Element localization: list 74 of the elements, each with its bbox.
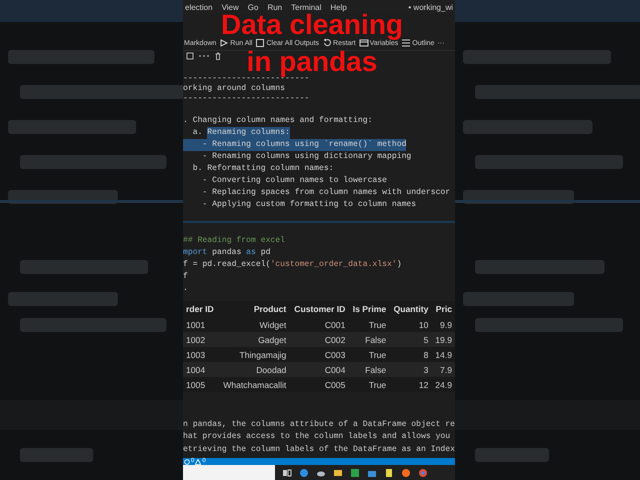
- table-cell: Whatchamacallit: [218, 377, 290, 392]
- window-title: • working_wi: [408, 2, 453, 12]
- explanation-text: n pandas, the columns attribute of a DataFrame object re: [183, 418, 455, 430]
- table-cell: True: [348, 377, 390, 392]
- markdown-text: Renaming columns:: [207, 127, 290, 139]
- table-cell: C001: [289, 317, 348, 332]
- search-field[interactable]: [183, 465, 275, 480]
- markdown-text: - Replacing spaces from column names with underscor: [201, 187, 450, 199]
- task-view-icon: [282, 468, 292, 478]
- table-cell: 1003: [183, 347, 218, 362]
- table-icon: [358, 38, 369, 48]
- code-line: f: [183, 271, 189, 283]
- table-cell: C005: [289, 377, 348, 392]
- table-cell: 12: [389, 377, 432, 392]
- markdown-text: - Renaming columns using `rename()` method: [183, 139, 406, 151]
- explanation-text: etrieving the column labels of the DataFrame as an Index: [183, 444, 455, 456]
- table-cell: 19.9: [431, 332, 455, 347]
- restart-icon: [322, 38, 332, 48]
- column-header: Customer ID: [289, 301, 348, 317]
- code-line: .: [183, 283, 189, 295]
- table-cell: 10: [389, 317, 432, 332]
- table-cell: Widget: [218, 317, 290, 332]
- error-icon: [184, 458, 190, 464]
- code-line: ## Reading from excel: [183, 235, 286, 247]
- table-cell: Thingamajig: [218, 347, 290, 362]
- square-icon: [255, 38, 266, 48]
- explanation-text: hat provides access to the column labels and allows you: [183, 431, 452, 443]
- table-cell: C002: [289, 332, 348, 347]
- table-cell: C003: [289, 347, 348, 362]
- play-icon: [219, 38, 230, 48]
- table-cell: 1001: [183, 317, 218, 332]
- markdown-text: orking around columns: [183, 83, 285, 95]
- table-cell: 9.9: [431, 317, 455, 332]
- markdown-text: a.: [192, 127, 204, 139]
- menu-item[interactable]: Terminal: [291, 2, 322, 12]
- code-line: f = pd.read_excel('customer_order_data.xlsx'): [183, 259, 403, 271]
- table-cell: Doodad: [218, 362, 290, 377]
- table-cell: 1004: [183, 362, 218, 377]
- markdown-text: - Renaming columns using dictionary mapping: [201, 151, 412, 163]
- column-header: Pric: [431, 301, 455, 317]
- video-caption: Data cleaning: [220, 11, 404, 39]
- more-icon: [198, 52, 210, 60]
- table-cell: True: [348, 317, 390, 332]
- markdown-text: - Applying custom formatting to column names: [201, 199, 416, 211]
- column-header: rder ID: [183, 301, 218, 317]
- list-icon: [401, 38, 412, 48]
- table-cell: 1002: [183, 332, 218, 347]
- table-cell: C004: [289, 362, 348, 377]
- table-cell: 24.9: [431, 377, 455, 392]
- trash-icon: [214, 52, 222, 60]
- menu-item[interactable]: Help: [330, 2, 347, 12]
- menu-item[interactable]: Go: [248, 2, 258, 12]
- dashed-rule: --------------------------: [183, 95, 310, 103]
- menu-item[interactable]: Run: [267, 2, 282, 12]
- table-cell: True: [348, 347, 390, 362]
- column-header: Product: [218, 301, 290, 317]
- menu-item[interactable]: election: [185, 2, 213, 12]
- warning-icon: [195, 458, 202, 464]
- table-cell: False: [348, 362, 390, 377]
- table-cell: 5: [389, 332, 432, 347]
- menu-item[interactable]: View: [222, 2, 239, 12]
- table-cell: 3: [389, 362, 432, 377]
- table-cell: 7.9: [431, 362, 455, 377]
- markdown-text: b. Reformatting column names:: [192, 163, 334, 175]
- code-line: mport pandas as pd: [183, 247, 272, 259]
- table-cell: 8: [389, 347, 432, 362]
- markdown-text: . Changing column names and formatting:: [183, 115, 372, 127]
- table-cell: 14.9: [431, 347, 455, 362]
- column-header: Quantity: [389, 301, 432, 317]
- table-cell: 1005: [183, 377, 218, 392]
- markdown-text: - Converting column names to lowercase: [201, 175, 387, 187]
- table-cell: False: [348, 332, 390, 347]
- table-cell: Gadget: [218, 332, 290, 347]
- column-header: Is Prime: [348, 301, 390, 317]
